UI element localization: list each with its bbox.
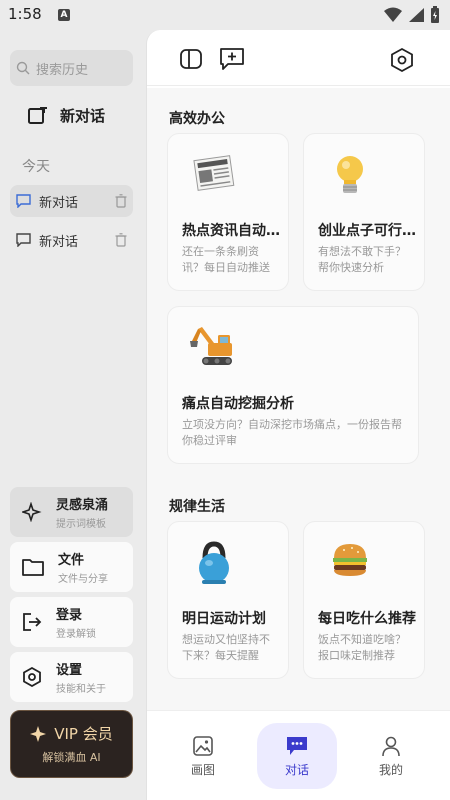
search-icon	[16, 61, 30, 75]
side-drawer: 搜索历史 新对话 今天 新对话 新对话 灵感泉涌 提示词模板 文件 文件与分享 …	[0, 30, 146, 800]
excavator-icon	[190, 327, 232, 365]
settings-title: 设置	[56, 663, 83, 678]
card-description: 有想法不敢下手？帮你快速分析	[318, 245, 406, 274]
sparkle-icon	[22, 502, 42, 522]
status-time: 1:58	[8, 5, 42, 23]
category-title: 规律生活	[169, 499, 225, 515]
top-toolbar	[147, 30, 450, 86]
section-today-heading: 今天	[22, 159, 50, 175]
files-title: 文件	[58, 553, 85, 568]
wifi-icon	[384, 7, 402, 22]
inspiration-button[interactable]: 灵感泉涌 提示词模板	[10, 487, 133, 537]
card-description: 立项没方向？自动深挖市场痛点，一份报告帮你稳过评审	[182, 418, 402, 447]
card-description: 还在一条条刷资讯？每日自动推送	[182, 245, 270, 274]
tab-label: 对话	[284, 762, 309, 777]
chat-bubble-icon	[16, 233, 31, 247]
new-chat-icon	[28, 106, 47, 124]
history-item[interactable]: 新对话	[10, 185, 133, 217]
settings-icon	[23, 667, 41, 687]
vip-subtitle: 解锁满血 AI	[42, 751, 101, 764]
burger-icon	[333, 544, 367, 576]
folder-icon	[22, 559, 44, 576]
tab-chat[interactable]: 对话	[257, 723, 337, 789]
card-description: 想运动又怕坚持不下来？每天提醒	[182, 633, 270, 662]
vip-banner[interactable]: VIP 会员 解锁满血 AI	[10, 710, 133, 778]
category-title: 高效办公	[169, 111, 225, 127]
settings-icon[interactable]	[390, 47, 414, 73]
login-subtitle: 登录解锁	[56, 629, 96, 640]
template-card[interactable]: 每日吃什么推荐 饭点不知道吃啥？报口味定制推荐	[303, 521, 425, 679]
card-title: 创业点子可行性分析	[318, 223, 418, 239]
search-history-input[interactable]: 搜索历史	[10, 50, 133, 86]
settings-subtitle: 技能和关于	[56, 684, 106, 695]
template-card[interactable]: 创业点子可行性分析 有想法不敢下手？帮你快速分析	[303, 133, 425, 291]
login-icon	[23, 613, 42, 631]
files-button[interactable]: 文件 文件与分享	[10, 542, 133, 592]
history-item-label: 新对话	[39, 195, 79, 211]
delete-icon[interactable]	[115, 233, 127, 247]
notification-icon: A	[58, 9, 70, 21]
card-description: 饭点不知道吃啥？报口味定制推荐	[318, 633, 406, 662]
settings-button[interactable]: 设置 技能和关于	[10, 652, 133, 702]
vip-title: VIP 会员	[54, 725, 113, 743]
new-chat-label: 新对话	[60, 107, 106, 125]
template-card[interactable]: 热点资讯自动推送 还在一条条刷资讯？每日自动推送	[167, 133, 289, 291]
kettlebell-icon	[199, 541, 229, 584]
login-title: 登录	[56, 608, 83, 623]
delete-icon[interactable]	[115, 194, 127, 208]
card-title: 明日运动计划	[182, 611, 266, 627]
files-subtitle: 文件与分享	[58, 574, 108, 585]
inspiration-subtitle: 提示词模板	[56, 519, 106, 530]
bottom-tab-bar: 画图 对话 我的	[147, 710, 450, 800]
lightbulb-icon	[337, 156, 363, 193]
new-chat-icon[interactable]	[219, 47, 245, 71]
history-item-label: 新对话	[39, 234, 79, 250]
new-chat-button[interactable]: 新对话	[28, 105, 105, 126]
tab-label: 画图	[190, 762, 215, 777]
tab-label: 我的	[378, 762, 403, 777]
login-button[interactable]: 登录 登录解锁	[10, 597, 133, 647]
card-title: 痛点自动挖掘分析	[182, 396, 294, 412]
image-icon	[193, 735, 213, 756]
history-item[interactable]: 新对话	[10, 224, 133, 256]
sparkle-icon	[30, 725, 47, 742]
chat-icon	[287, 736, 307, 755]
status-icons	[384, 6, 440, 24]
tab-draw[interactable]: 画图	[163, 723, 243, 789]
signal-icon	[409, 8, 424, 22]
sidebar-toggle-icon[interactable]	[179, 47, 203, 71]
template-card[interactable]: 痛点自动挖掘分析 立项没方向？自动深挖市场痛点，一份报告帮你稳过评审	[167, 306, 419, 464]
status-bar: 1:58 A	[0, 0, 450, 30]
template-content: 高效办公 热点资讯自动推送 还在一条条刷资讯？每日自动推送	[147, 88, 450, 710]
tab-profile[interactable]: 我的	[351, 723, 431, 789]
main-panel: 高效办公 热点资讯自动推送 还在一条条刷资讯？每日自动推送	[146, 30, 450, 800]
battery-icon	[431, 6, 439, 23]
user-icon	[382, 736, 400, 756]
card-title: 热点资讯自动推送	[182, 223, 282, 239]
newspaper-icon	[193, 155, 235, 191]
search-placeholder: 搜索历史	[36, 62, 89, 78]
card-title: 每日吃什么推荐	[318, 611, 416, 627]
chat-bubble-icon	[16, 194, 31, 208]
template-card[interactable]: 明日运动计划 想运动又怕坚持不下来？每天提醒	[167, 521, 289, 679]
inspiration-title: 灵感泉涌	[56, 498, 109, 513]
